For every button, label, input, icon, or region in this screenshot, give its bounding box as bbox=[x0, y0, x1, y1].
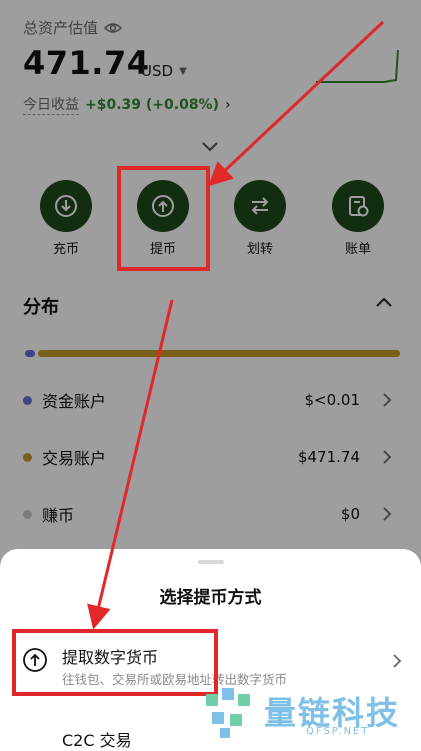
watermark-url: QFSP.NET bbox=[306, 726, 370, 737]
arrow-top bbox=[208, 20, 385, 187]
watermark: 量链科技 QFSP.NET bbox=[202, 684, 421, 740]
watermark-logo-icon bbox=[206, 688, 250, 738]
annotation-arrows bbox=[87, 20, 385, 630]
asset-screen: 总资产估值 471.74 USD ▼ 今日收益 +$0.39 (+0.08%) … bbox=[0, 0, 421, 750]
arrow-middle bbox=[87, 299, 174, 630]
